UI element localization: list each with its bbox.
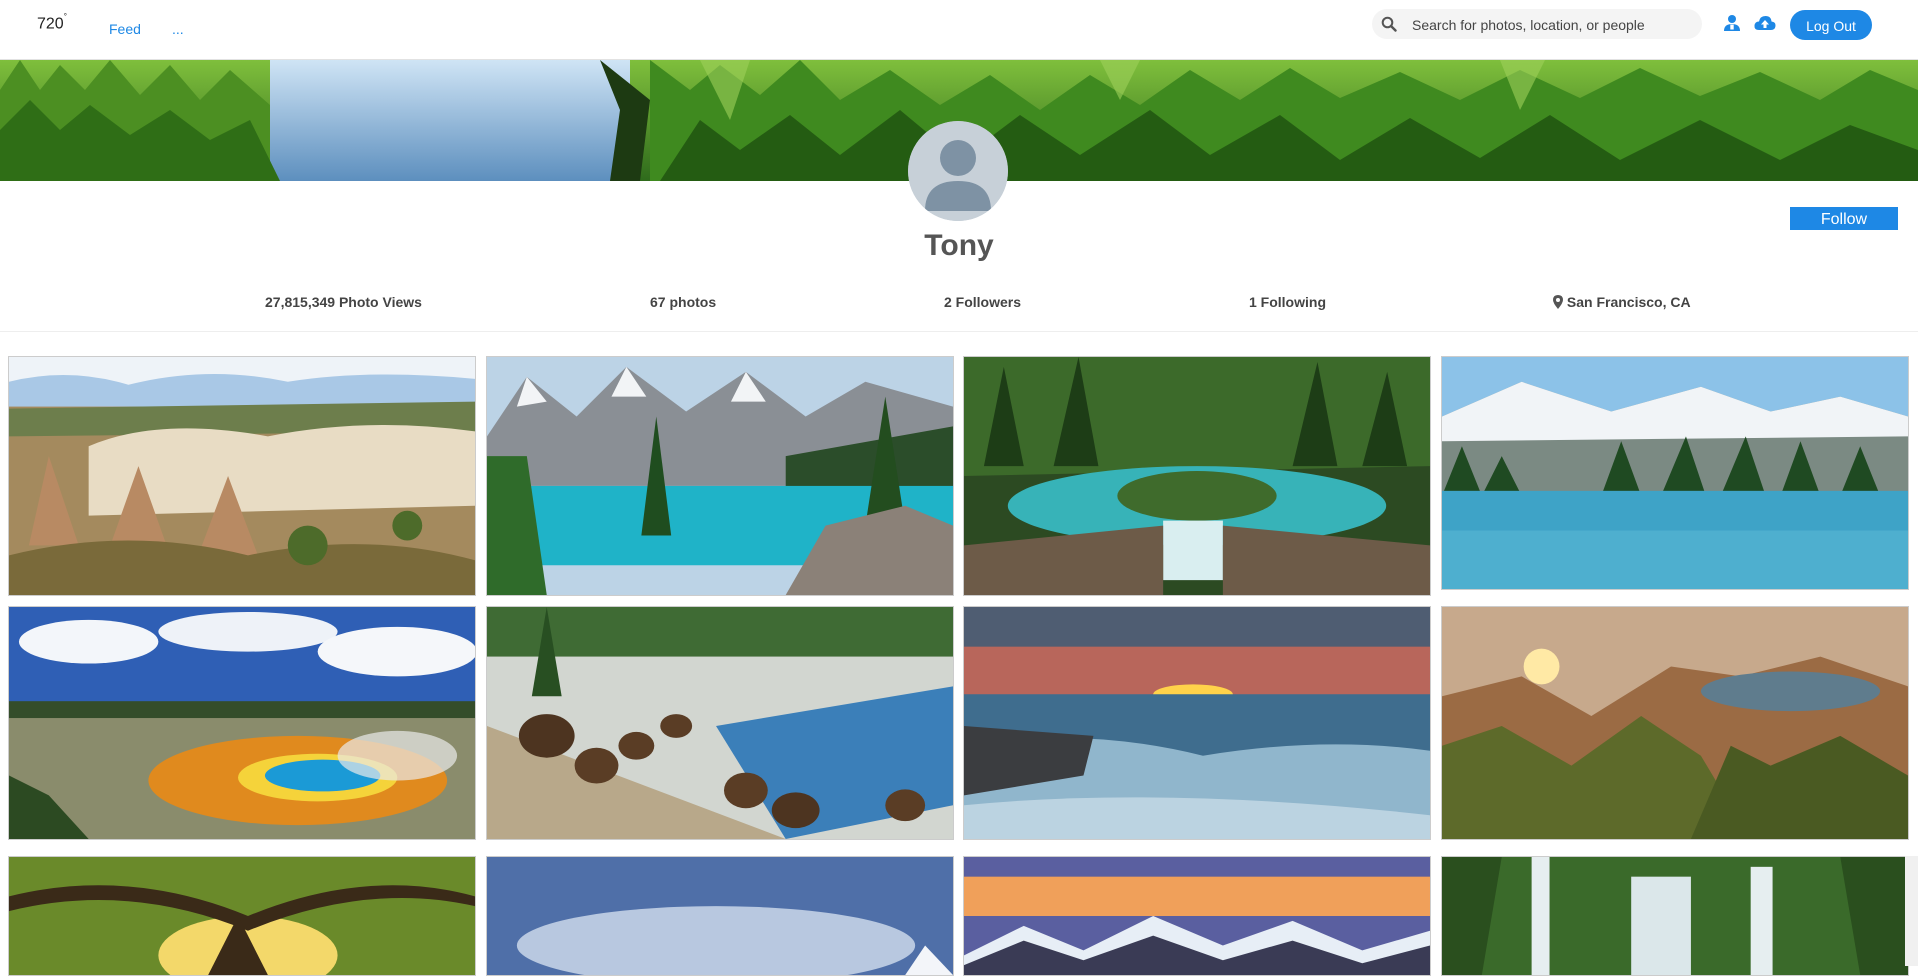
stat-photos[interactable]: 67 photos — [650, 294, 716, 310]
upload-button[interactable] — [1754, 14, 1776, 37]
map-pin-icon — [1553, 295, 1563, 309]
photo-tile-snowy-mountains[interactable] — [1441, 356, 1909, 590]
photo-tile-jungle-waterfall[interactable] — [1441, 856, 1909, 976]
logo-degree: ° — [63, 12, 67, 21]
default-avatar-icon — [908, 121, 1008, 221]
stat-followers[interactable]: 2 Followers — [944, 294, 1021, 310]
photo-tile-rock-formations[interactable] — [8, 356, 476, 596]
top-navigation-bar: 720° Feed ... Log Out — [0, 0, 1918, 60]
photo-tile-ocean-sunset[interactable] — [963, 606, 1431, 840]
upload-cloud-icon — [1754, 16, 1776, 30]
profile-avatar — [908, 121, 1008, 221]
stats-divider — [0, 331, 1918, 332]
logo-text: 720 — [37, 15, 64, 33]
follow-button[interactable]: Follow — [1790, 207, 1898, 230]
photo-tile-river-waterfall[interactable] — [963, 356, 1431, 596]
photo-tile-blue-sky[interactable] — [486, 856, 954, 976]
location-text: San Francisco, CA — [1566, 294, 1691, 310]
photo-tile-turquoise-lake[interactable] — [486, 356, 954, 596]
photo-tile-mountain-sunrise[interactable] — [1441, 606, 1909, 840]
nav-more-link[interactable]: ... — [172, 21, 184, 37]
logout-button[interactable]: Log Out — [1790, 10, 1872, 40]
search-box[interactable] — [1372, 9, 1702, 39]
photo-tile-snowy-range-dusk[interactable] — [963, 856, 1431, 976]
user-icon — [1724, 15, 1740, 31]
profile-name: Tony — [924, 229, 994, 262]
page-scrollbar[interactable] — [1905, 856, 1918, 966]
stat-photo-views: 27,815,349 Photo Views — [265, 294, 422, 310]
nav-link-feed[interactable]: Feed — [109, 21, 141, 37]
site-logo[interactable]: 720° — [37, 12, 67, 33]
stat-following[interactable]: 1 Following — [1249, 294, 1326, 310]
profile-button[interactable] — [1723, 14, 1741, 37]
search-input[interactable] — [1410, 13, 1699, 37]
photo-tile-bison-herd[interactable] — [486, 606, 954, 840]
photo-tile-grand-prismatic[interactable] — [8, 606, 476, 840]
stat-location: San Francisco, CA — [1553, 294, 1691, 310]
photo-tile-oak-tree[interactable] — [8, 856, 476, 976]
search-icon — [1381, 16, 1397, 32]
